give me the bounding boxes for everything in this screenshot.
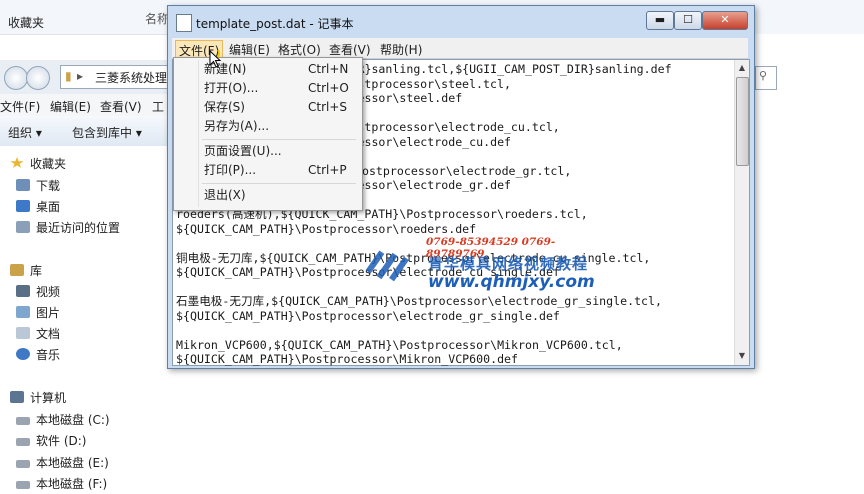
explorer-menubar: 文件(F) 编辑(E) 查看(V) 工 xyxy=(0,94,175,116)
star-icon xyxy=(10,157,24,168)
sidebar-label: 下载 xyxy=(36,179,61,193)
scroll-up-icon[interactable]: ▲ xyxy=(736,61,748,75)
sidebar-item-music[interactable]: 音乐 xyxy=(16,345,60,365)
menu-item-save-as[interactable]: 另存为(A)... xyxy=(176,117,358,136)
drive-icon xyxy=(16,481,30,489)
sidebar-label: 计算机 xyxy=(30,391,67,405)
sidebar-item-desktop[interactable]: 桌面 xyxy=(16,197,60,217)
sidebar-label: 库 xyxy=(30,264,43,278)
organize-button[interactable]: 组织 ▾ xyxy=(8,124,42,141)
explorer-menu-tools[interactable]: 工 xyxy=(152,98,164,115)
column-header-name[interactable]: 名称 xyxy=(145,10,169,27)
sidebar-item-drive-c[interactable]: 本地磁盘 (C:) xyxy=(16,410,110,430)
menu-separator xyxy=(202,183,356,184)
menu-separator xyxy=(202,139,356,140)
file-menu-dropdown: 新建(N) Ctrl+N 打开(O)... Ctrl+O 保存(S) Ctrl+… xyxy=(173,57,363,211)
explorer-menu-file[interactable]: 文件(F) xyxy=(0,98,40,115)
menu-item-label: 退出(X) xyxy=(204,188,246,202)
sidebar-item-drive-d[interactable]: 软件 (D:) xyxy=(16,431,86,451)
search-icon: ⚲ xyxy=(759,69,768,82)
drive-icon xyxy=(16,417,30,425)
menu-help[interactable]: 帮助(H) xyxy=(377,40,425,59)
sidebar-item-drive-f[interactable]: 本地磁盘 (F:) xyxy=(16,474,107,494)
menu-item-page-setup[interactable]: 页面设置(U)... xyxy=(176,142,358,161)
sidebar-item-libraries[interactable]: 库 xyxy=(10,261,42,281)
watermark: 0769-85394529 0769-89789769 青华模具网络视频教程 w… xyxy=(362,236,602,296)
pictures-library-icon xyxy=(16,306,30,318)
scroll-down-icon[interactable]: ▼ xyxy=(736,349,748,363)
vertical-scrollbar[interactable]: ▲ ▼ xyxy=(734,60,749,365)
menu-item-label: 保存(S) xyxy=(204,100,245,114)
chevron-right-icon: ▸ xyxy=(77,69,84,83)
sidebar-label: 软件 (D:) xyxy=(36,434,87,448)
back-button[interactable] xyxy=(4,66,28,90)
sidebar-label: 最近访问的位置 xyxy=(36,221,121,235)
sidebar-label: 桌面 xyxy=(36,200,61,214)
explorer-toolbar: 组织 ▾ 包含到库中 ▾ xyxy=(0,116,175,147)
sidebar-item-computer[interactable]: 计算机 xyxy=(10,388,66,408)
favorites-label[interactable]: 收藏夹 xyxy=(8,14,44,31)
menu-item-exit[interactable]: 退出(X) xyxy=(176,186,358,205)
menu-item-label: 打开(O)... xyxy=(204,81,259,95)
drive-icon xyxy=(16,460,30,468)
window-title: template_post.dat - 记事本 xyxy=(196,17,354,31)
menu-item-shortcut: Ctrl+P xyxy=(308,163,347,177)
sidebar-item-downloads[interactable]: 下载 xyxy=(16,176,60,196)
include-in-library-button[interactable]: 包含到库中 ▾ xyxy=(72,124,142,141)
sidebar-item-pictures[interactable]: 图片 xyxy=(16,303,60,323)
computer-icon xyxy=(10,391,24,403)
menu-item-label: 页面设置(U)... xyxy=(204,144,282,158)
sidebar-item-documents[interactable]: 文档 xyxy=(16,324,60,344)
sidebar-label: 本地磁盘 (E:) xyxy=(36,456,109,470)
drive-icon xyxy=(16,438,30,446)
explorer-menu-edit[interactable]: 编辑(E) xyxy=(50,98,91,115)
notepad-menubar: 文件(F) 编辑(E) 格式(O) 查看(V) 帮助(H) xyxy=(172,38,748,61)
sidebar-label: 收藏夹 xyxy=(30,157,67,171)
sidebar-label: 本地磁盘 (F:) xyxy=(36,477,108,491)
search-box[interactable]: ⚲ xyxy=(755,66,777,90)
menu-item-label: 打印(P)... xyxy=(204,163,257,177)
address-path: 三菱系统处理 xyxy=(95,71,168,85)
menu-item-print[interactable]: 打印(P)... Ctrl+P xyxy=(176,161,358,180)
sidebar-item-recent[interactable]: 最近访问的位置 xyxy=(16,218,120,238)
forward-button[interactable] xyxy=(26,66,50,90)
sidebar-label: 图片 xyxy=(36,306,61,320)
close-button[interactable]: ✕ xyxy=(702,11,748,30)
watermark-logo-icon xyxy=(366,250,409,282)
sidebar-item-favorites[interactable]: 收藏夹 xyxy=(10,154,66,174)
menu-item-label: 另存为(A)... xyxy=(204,119,270,133)
explorer-sidebar: 收藏夹 下载 桌面 最近访问的位置 库 视频 图片 文档 音乐 计算机 本地磁盘… xyxy=(0,146,170,491)
address-bar[interactable]: ▮ ▸ 三菱系统处理 xyxy=(60,65,172,89)
menu-item-shortcut: Ctrl+S xyxy=(308,100,348,114)
menu-item-shortcut: Ctrl+O xyxy=(308,81,349,95)
mouse-cursor-icon xyxy=(209,50,222,68)
watermark-url: www.qhmjxy.com xyxy=(428,272,595,292)
maximize-button[interactable]: ☐ xyxy=(674,11,702,30)
menu-item-shortcut: Ctrl+N xyxy=(308,62,349,76)
folder-icon: ▮ xyxy=(65,69,72,83)
menu-item-new[interactable]: 新建(N) Ctrl+N xyxy=(176,60,358,79)
download-folder-icon xyxy=(16,179,30,191)
recent-places-icon xyxy=(16,221,30,233)
explorer-right-panel: ⚲ xyxy=(755,34,864,486)
menu-item-open[interactable]: 打开(O)... Ctrl+O xyxy=(176,79,358,98)
explorer-menu-view[interactable]: 查看(V) xyxy=(100,98,142,115)
sidebar-label: 文档 xyxy=(36,327,61,341)
desktop-icon xyxy=(16,200,30,212)
sidebar-label: 音乐 xyxy=(36,348,61,362)
music-library-icon xyxy=(16,348,30,360)
video-library-icon xyxy=(16,285,30,297)
notepad-app-icon xyxy=(176,14,192,32)
menu-item-save[interactable]: 保存(S) Ctrl+S xyxy=(176,98,358,117)
library-icon xyxy=(10,264,24,276)
sidebar-item-videos[interactable]: 视频 xyxy=(16,282,60,302)
notepad-titlebar[interactable]: template_post.dat - 记事本 ▬ ☐ ✕ xyxy=(168,6,754,36)
sidebar-label: 本地磁盘 (C:) xyxy=(36,413,110,427)
scrollbar-thumb[interactable] xyxy=(736,77,749,166)
documents-library-icon xyxy=(16,327,30,339)
sidebar-label: 视频 xyxy=(36,285,61,299)
minimize-button[interactable]: ▬ xyxy=(646,11,674,30)
sidebar-item-drive-e[interactable]: 本地磁盘 (E:) xyxy=(16,453,109,473)
watermark-name: 青华模具网络视频教程 xyxy=(428,255,589,273)
